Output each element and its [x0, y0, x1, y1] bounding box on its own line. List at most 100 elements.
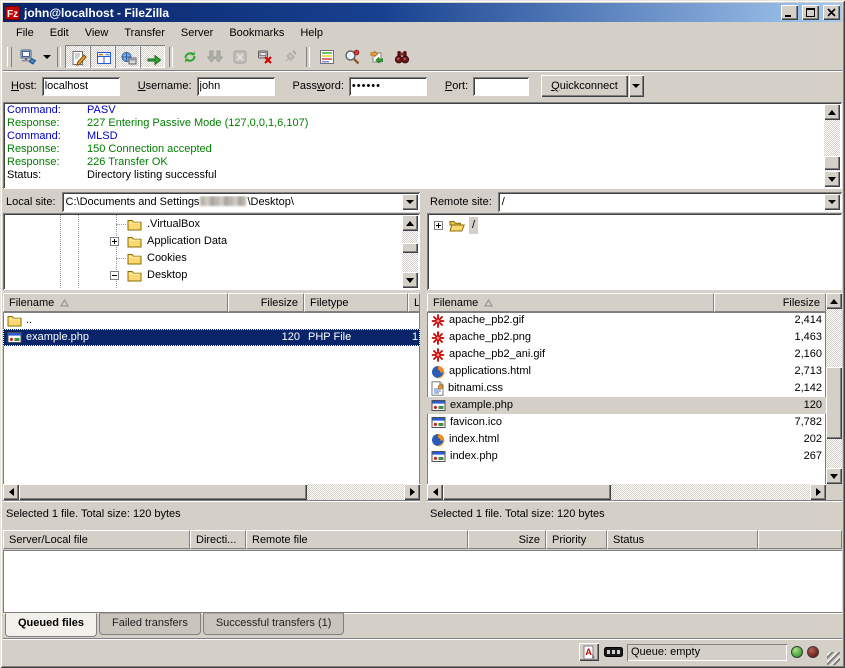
minimize-button[interactable]: [781, 5, 798, 20]
host-input[interactable]: [42, 77, 120, 96]
file-appwin-icon: [431, 416, 446, 429]
site-manager-dropdown-button[interactable]: [40, 45, 53, 68]
column-header-filesize[interactable]: Filesize: [228, 293, 304, 312]
port-input[interactable]: [473, 77, 529, 96]
column-header-filename[interactable]: Filename: [427, 293, 714, 312]
synchronized-browsing-button[interactable]: [364, 45, 389, 68]
toggle-transfer-queue-button[interactable]: [140, 45, 165, 68]
file-appwin-icon: [431, 399, 446, 412]
queue-column-priority[interactable]: Priority: [546, 530, 607, 549]
toggle-local-tree-icon: [96, 50, 112, 66]
column-header-filetype[interactable]: Filetype: [304, 293, 408, 312]
scroll-up-icon[interactable]: [402, 215, 418, 231]
reconnect-button[interactable]: [277, 45, 302, 68]
collapse-minus-icon[interactable]: [110, 271, 119, 280]
remote-file-row[interactable]: index.php267: [427, 448, 826, 465]
local-list-hscrollbar[interactable]: [3, 484, 420, 500]
local-site-combobox[interactable]: C:\Documents and Settings\Desktop\: [62, 192, 420, 212]
toggle-local-tree-button[interactable]: [90, 45, 115, 68]
disconnect-button[interactable]: [252, 45, 277, 68]
host-label: Host:: [11, 80, 37, 92]
queue-column-status[interactable]: Status: [607, 530, 758, 549]
filter-button[interactable]: [314, 45, 339, 68]
tree-item-root[interactable]: /: [429, 217, 840, 234]
menu-view[interactable]: View: [77, 24, 117, 42]
tree-item-cookies[interactable]: Cookies: [5, 250, 418, 267]
menu-file[interactable]: File: [8, 24, 42, 42]
remote-file-row[interactable]: favicon.ico7,782: [427, 414, 826, 431]
toggle-remote-tree-button[interactable]: [115, 45, 140, 68]
toggle-message-log-button[interactable]: [65, 45, 90, 68]
remote-file-row[interactable]: example.php120: [427, 397, 826, 414]
remote-file-row[interactable]: index.html202: [427, 431, 826, 448]
toolbar-grip[interactable]: [7, 47, 12, 67]
tree-item-application-data[interactable]: Application Data: [5, 233, 418, 250]
menu-server[interactable]: Server: [173, 24, 221, 42]
remote-file-row[interactable]: bitnami.css2,142: [427, 380, 826, 397]
scroll-right-icon[interactable]: [810, 484, 826, 500]
queue-column-remote-file[interactable]: Remote file: [246, 530, 468, 549]
remote-site-combobox[interactable]: /: [498, 192, 842, 212]
quickconnect-button[interactable]: Quickconnect: [541, 75, 628, 97]
remote-site-path: /: [498, 196, 824, 208]
pane-splitter[interactable]: [420, 191, 427, 499]
scroll-up-icon[interactable]: [824, 104, 840, 120]
tree-item--virtualbox[interactable]: .VirtualBox: [5, 216, 418, 233]
filezilla-window: Fz john@localhost - FileZilla FileEditVi…: [0, 0, 845, 668]
queue-column-size[interactable]: Size: [468, 530, 546, 549]
expand-plus-icon[interactable]: [434, 221, 443, 230]
expand-plus-icon[interactable]: [110, 237, 119, 246]
menu-edit[interactable]: Edit: [42, 24, 77, 42]
transfer-queue-body[interactable]: [3, 550, 842, 612]
scroll-up-icon[interactable]: [826, 293, 842, 309]
queue-column-server-local-file[interactable]: Server/Local file: [3, 530, 190, 549]
site-manager-button[interactable]: [15, 45, 40, 68]
quickconnect-dropdown-button[interactable]: [629, 75, 644, 97]
tree-item-desktop[interactable]: Desktop: [5, 267, 418, 284]
log-vscrollbar[interactable]: [824, 104, 840, 187]
password-input[interactable]: [349, 77, 427, 96]
remote-list-vscrollbar[interactable]: [826, 293, 842, 484]
scroll-down-icon[interactable]: [826, 468, 842, 484]
tab-successful-transfers-1-[interactable]: Successful transfers (1): [203, 613, 345, 635]
remote-list-hscrollbar[interactable]: [427, 484, 826, 500]
local-tree-vscrollbar[interactable]: [402, 215, 418, 288]
remote-file-row[interactable]: applications.html2,713: [427, 363, 826, 380]
local-site-dropdown-icon[interactable]: [402, 194, 418, 210]
file-firefox-icon: [431, 365, 445, 379]
scroll-left-icon[interactable]: [427, 484, 443, 500]
close-button[interactable]: [823, 5, 840, 20]
speed-limits-icon[interactable]: [603, 643, 623, 661]
scroll-down-icon[interactable]: [824, 171, 840, 187]
refresh-button[interactable]: [177, 45, 202, 68]
column-header-filename[interactable]: Filename: [3, 293, 228, 312]
remote-file-row[interactable]: apache_pb2.png1,463: [427, 329, 826, 346]
tab-queued-files[interactable]: Queued files: [5, 613, 97, 637]
scroll-down-icon[interactable]: [402, 272, 418, 288]
local-file-row[interactable]: example.php120PHP File1: [3, 329, 420, 346]
process-queue-button[interactable]: [202, 45, 227, 68]
queue-column-filler: [758, 530, 842, 549]
menu-help[interactable]: Help: [292, 24, 331, 42]
username-input[interactable]: [197, 77, 275, 96]
scroll-left-icon[interactable]: [3, 484, 19, 500]
remote-file-row[interactable]: apache_pb2.gif2,414: [427, 312, 826, 329]
directory-comparison-button[interactable]: [339, 45, 364, 68]
maximize-button[interactable]: [802, 5, 819, 20]
resize-grip[interactable]: [827, 652, 840, 665]
remote-file-row[interactable]: apache_pb2_ani.gif2,160: [427, 346, 826, 363]
remote-site-dropdown-icon[interactable]: [824, 194, 840, 210]
scroll-right-icon[interactable]: [404, 484, 420, 500]
data-type-ascii-icon[interactable]: A: [579, 643, 599, 661]
queue-column-directi-[interactable]: Directi...: [190, 530, 246, 549]
chevron-down-icon: [632, 84, 640, 88]
cancel-button[interactable]: [227, 45, 252, 68]
column-header-l[interactable]: L: [408, 293, 420, 312]
menu-bookmarks[interactable]: Bookmarks: [221, 24, 292, 42]
local-file-row[interactable]: ..: [3, 312, 420, 329]
find-files-button[interactable]: [389, 45, 414, 68]
tab-failed-transfers[interactable]: Failed transfers: [99, 613, 201, 635]
titlebar: Fz john@localhost - FileZilla: [3, 3, 842, 22]
menu-transfer[interactable]: Transfer: [116, 24, 173, 42]
column-header-filesize[interactable]: Filesize: [714, 293, 826, 312]
